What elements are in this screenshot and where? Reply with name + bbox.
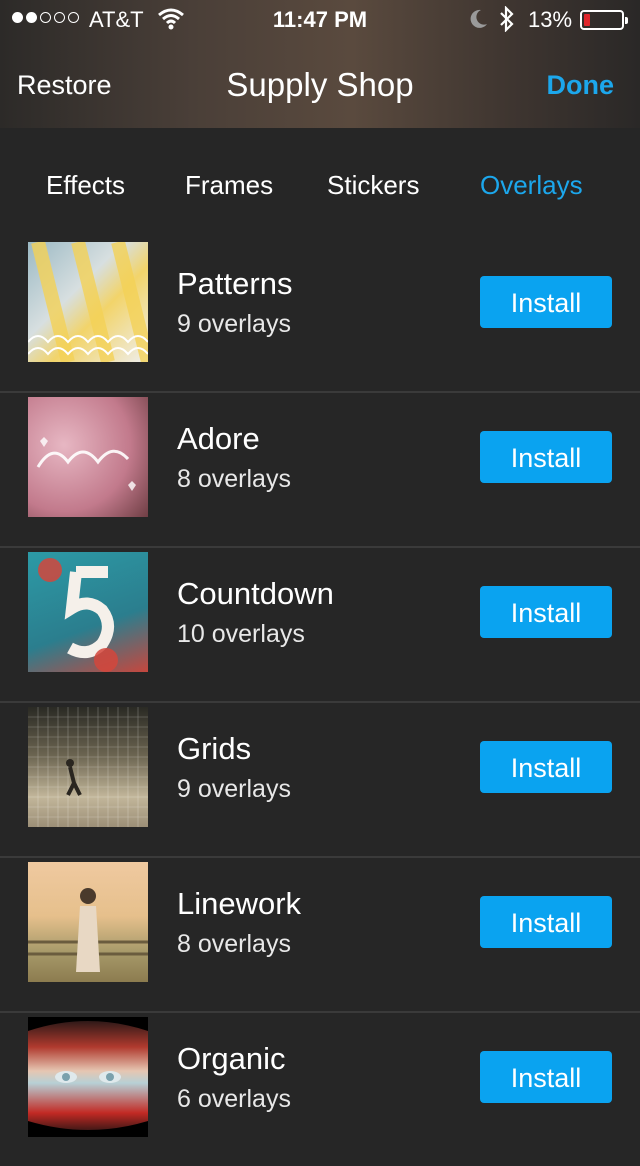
linework-thumbnail (28, 862, 148, 982)
organic-thumbnail (28, 1017, 148, 1137)
adore-thumbnail (28, 397, 148, 517)
tab-frames[interactable]: Frames (185, 170, 273, 201)
countdown-thumbnail (28, 552, 148, 672)
install-button[interactable]: Install (480, 896, 612, 948)
do-not-disturb-icon (468, 8, 488, 36)
tab-stickers[interactable]: Stickers (327, 170, 419, 201)
list-item: Linework 8 overlays Install (0, 858, 640, 1013)
header: AT&T 11:47 PM 13% Restore Supply Shop Do… (0, 0, 640, 129)
list-item: Countdown 10 overlays Install (0, 548, 640, 703)
pack-count: 9 overlays (177, 775, 291, 803)
page-title: Supply Shop (226, 66, 414, 103)
pack-name: Organic (177, 1041, 286, 1076)
install-button[interactable]: Install (480, 1051, 612, 1103)
patterns-thumbnail (28, 242, 148, 362)
done-button[interactable]: Done (547, 70, 615, 101)
pack-count: 8 overlays (177, 930, 291, 958)
pack-name: Patterns (177, 266, 293, 301)
bluetooth-icon (498, 5, 516, 38)
status-bar: AT&T 11:47 PM 13% (0, 0, 640, 40)
list-item: Organic 6 overlays Install (0, 1013, 640, 1166)
category-tabs: Effects Frames Stickers Overlays (0, 128, 640, 238)
list-item: Patterns 9 overlays Install (0, 238, 640, 393)
battery-icon (580, 10, 628, 30)
pack-name: Linework (177, 886, 302, 921)
grids-thumbnail (28, 707, 148, 827)
list-item: Adore 8 overlays Install (0, 393, 640, 548)
install-button[interactable]: Install (480, 586, 612, 638)
overlay-pack-list: Patterns 9 overlays Install Adore 8 over… (0, 238, 640, 1166)
install-button[interactable]: Install (480, 276, 612, 328)
pack-count: 10 overlays (177, 620, 305, 648)
pack-count: 9 overlays (177, 310, 291, 338)
pack-name: Countdown (177, 576, 334, 611)
install-button[interactable]: Install (480, 431, 612, 483)
pack-name: Grids (177, 731, 252, 766)
tab-effects[interactable]: Effects (46, 170, 125, 201)
pack-count: 8 overlays (177, 465, 291, 493)
pack-count: 6 overlays (177, 1085, 291, 1113)
list-item: Grids 9 overlays Install (0, 703, 640, 858)
pack-name: Adore (177, 421, 260, 456)
tab-overlays[interactable]: Overlays (480, 170, 583, 201)
battery-percentage: 13% (528, 7, 573, 32)
install-button[interactable]: Install (480, 741, 612, 793)
